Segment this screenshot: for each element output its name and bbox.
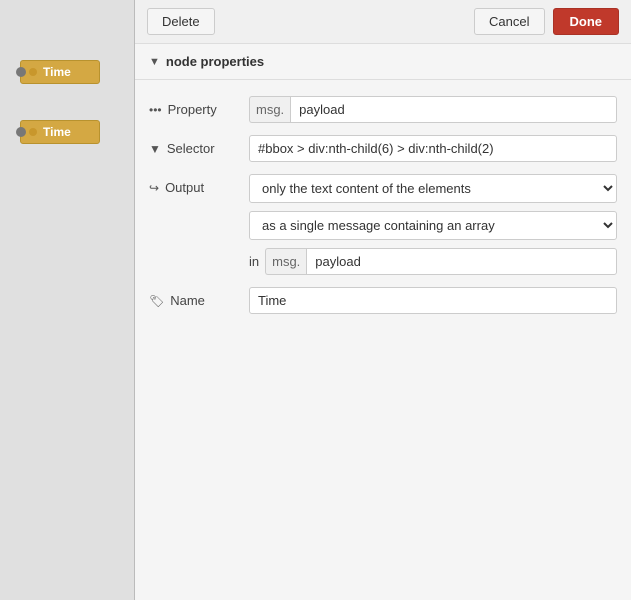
property-control: msg. xyxy=(249,96,617,123)
name-input[interactable] xyxy=(249,287,617,314)
property-input[interactable] xyxy=(290,96,617,123)
toolbar: Delete Cancel Done xyxy=(135,0,631,44)
selector-label: ▼ Selector xyxy=(149,135,249,156)
output-in-group: msg. xyxy=(265,248,617,275)
property-label-text: Property xyxy=(168,102,217,117)
node-2[interactable]: Time xyxy=(20,120,100,144)
output-in-input[interactable] xyxy=(306,248,617,275)
section-title: node properties xyxy=(166,54,264,69)
output-control: only the text content of the elements th… xyxy=(249,174,617,275)
output-icon: ↪ xyxy=(149,181,159,195)
output-format-select[interactable]: as a single message containing an array … xyxy=(249,211,617,240)
name-label-text: Name xyxy=(170,293,205,308)
property-msg-prefix: msg. xyxy=(249,96,290,123)
output-label: ↪ Output xyxy=(149,174,249,195)
name-control xyxy=(249,287,617,314)
node-1-label: Time xyxy=(43,65,71,79)
selector-control xyxy=(249,135,617,162)
property-icon: ••• xyxy=(149,103,162,117)
output-type-select[interactable]: only the text content of the elements th… xyxy=(249,174,617,203)
node-1-left-connector xyxy=(16,67,26,77)
done-button[interactable]: Done xyxy=(553,8,620,35)
canvas-panel: Time Time xyxy=(0,0,135,600)
chevron-down-icon: ▼ xyxy=(149,56,160,68)
in-label: in xyxy=(249,254,259,269)
property-label: ••• Property xyxy=(149,96,249,117)
selector-label-text: Selector xyxy=(167,141,215,156)
selector-icon: ▼ xyxy=(149,142,161,156)
node-1-dot xyxy=(29,68,37,76)
name-row: 🏷 Name xyxy=(149,287,617,314)
property-input-group: msg. xyxy=(249,96,617,123)
output-row: ↪ Output only the text content of the el… xyxy=(149,174,617,275)
property-row: ••• Property msg. xyxy=(149,96,617,123)
cancel-button[interactable]: Cancel xyxy=(474,8,544,35)
name-label: 🏷 Name xyxy=(149,287,249,308)
node-2-left-connector xyxy=(16,127,26,137)
selector-input[interactable] xyxy=(249,135,617,162)
node-1[interactable]: Time xyxy=(20,60,100,84)
properties-panel: Delete Cancel Done ▼ node properties •••… xyxy=(135,0,631,600)
properties-form: ••• Property msg. ▼ Selector ↪ xyxy=(135,80,631,330)
node-2-label: Time xyxy=(43,125,71,139)
output-label-text: Output xyxy=(165,180,204,195)
selector-row: ▼ Selector xyxy=(149,135,617,162)
node-2-dot xyxy=(29,128,37,136)
section-header[interactable]: ▼ node properties xyxy=(135,44,631,80)
output-msg-prefix: msg. xyxy=(265,248,306,275)
toolbar-right: Cancel Done xyxy=(474,8,619,35)
output-in-row: in msg. xyxy=(249,248,617,275)
name-icon: 🏷 xyxy=(149,294,164,308)
delete-button[interactable]: Delete xyxy=(147,8,215,35)
